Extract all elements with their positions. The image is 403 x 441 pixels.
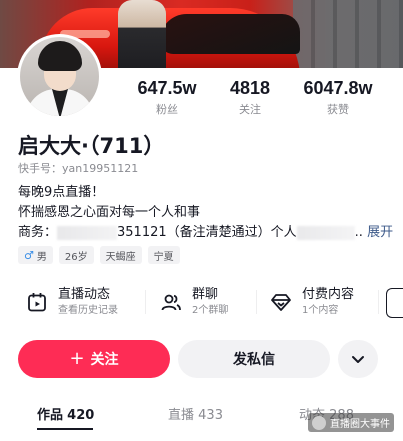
stat-likes-value: 6047.8w — [303, 78, 373, 98]
feature-group-chat-title: 群聊 — [192, 287, 219, 302]
tag-location: 宁夏 — [147, 246, 180, 264]
feature-paid-content-title: 付费内容 — [302, 287, 355, 302]
follow-button-label: 关注 — [90, 352, 119, 368]
tab-works-label: 作品 — [37, 408, 64, 423]
feature-divider — [256, 290, 257, 314]
feature-paid-content-subtitle: 1个内容 — [302, 305, 339, 316]
tab-live[interactable]: 直播 433 — [168, 404, 223, 423]
bio-ellipsis: .. — [354, 225, 363, 240]
nickname: 启大大·（711） — [18, 134, 165, 158]
bio-line-1: 每晚9点直播！ — [18, 185, 105, 200]
cover-car-window — [160, 14, 300, 54]
tag-zodiac: 天蝎座 — [99, 246, 142, 264]
watermark-logo-icon — [312, 415, 326, 430]
tab-live-count: 433 — [198, 408, 223, 423]
follow-button[interactable]: + 关注 — [18, 340, 170, 378]
feature-group-chat[interactable]: 群聊 2个群聊 — [156, 283, 228, 321]
tag-age: 26岁 — [58, 246, 94, 264]
feature-divider — [378, 290, 379, 314]
bio-business-prefix: 商务： — [18, 225, 58, 240]
more-options-button[interactable] — [338, 340, 378, 378]
chevron-down-icon — [352, 356, 364, 363]
stat-likes[interactable]: 6047.8w 获赞 — [296, 78, 380, 117]
feature-more-partial-icon[interactable] — [386, 288, 403, 318]
male-icon: ♂ — [24, 248, 34, 262]
avatar-photo — [20, 37, 99, 116]
stat-following-label: 关注 — [239, 103, 261, 116]
tag-gender-label: 男 — [36, 251, 47, 263]
stat-followers-label: 粉丝 — [156, 103, 178, 116]
cover-person — [118, 0, 166, 68]
message-button-label: 发私信 — [233, 352, 275, 368]
stat-likes-label: 获赞 — [327, 103, 349, 116]
live-calendar-icon — [22, 287, 52, 317]
tag-age-label: 26岁 — [64, 251, 88, 263]
feature-group-chat-text: 群聊 2个群聊 — [192, 286, 228, 318]
diamond-icon — [266, 287, 296, 317]
feature-live-history-title: 直播动态 — [58, 287, 111, 302]
tag-location-label: 宁夏 — [153, 251, 174, 263]
expand-link[interactable]: 展开 — [367, 225, 393, 240]
profile-tags: ♂ 男 26岁 天蝎座 宁夏 — [18, 246, 180, 264]
watermark: 直播圈大事件 — [308, 413, 394, 432]
bio: 每晚9点直播！ 怀揣感恩之心面对每一个人和事 商务： 351121（备注清楚通过）… — [18, 183, 393, 243]
tag-zodiac-label: 天蝎座 — [105, 251, 136, 263]
tag-gender: ♂ 男 — [18, 246, 53, 264]
bio-line-3: 商务： 351121（备注清楚通过）个人.. 展开 — [18, 223, 393, 243]
feature-live-history-text: 直播动态 查看历史记录 — [58, 286, 118, 318]
avatar-hair — [38, 41, 82, 71]
tab-works[interactable]: 作品 420 — [37, 404, 94, 423]
stat-followers[interactable]: 647.5w 粉丝 — [130, 78, 204, 117]
stat-following[interactable]: 4818 关注 — [220, 78, 280, 117]
group-chat-icon — [156, 287, 186, 317]
blurred-redaction — [296, 225, 355, 240]
blurred-redaction — [57, 225, 118, 240]
bio-business-text: 351121（备注清楚通过）个人 — [117, 225, 297, 240]
avatar[interactable] — [17, 34, 102, 119]
feature-live-history-subtitle: 查看历史记录 — [58, 305, 118, 316]
message-button[interactable]: 发私信 — [178, 340, 330, 378]
stat-followers-value: 647.5w — [137, 78, 197, 98]
watermark-text: 直播圈大事件 — [330, 419, 390, 430]
feature-paid-content[interactable]: 付费内容 1个内容 — [266, 283, 354, 321]
plus-icon: + — [69, 348, 85, 369]
user-id[interactable]: 快手号：yan19951121 — [18, 160, 138, 176]
feature-divider — [145, 290, 146, 314]
cover-background-building — [293, 0, 403, 68]
feature-paid-content-text: 付费内容 1个内容 — [302, 286, 354, 318]
tab-active-indicator — [37, 428, 93, 430]
tab-works-count: 420 — [67, 408, 95, 423]
bio-line-2: 怀揣感恩之心面对每一个人和事 — [18, 205, 201, 220]
feature-group-chat-subtitle: 2个群聊 — [192, 305, 229, 316]
feature-live-history[interactable]: 直播动态 查看历史记录 — [22, 283, 118, 321]
tab-live-label: 直播 — [168, 408, 195, 423]
stat-following-value: 4818 — [229, 78, 271, 98]
